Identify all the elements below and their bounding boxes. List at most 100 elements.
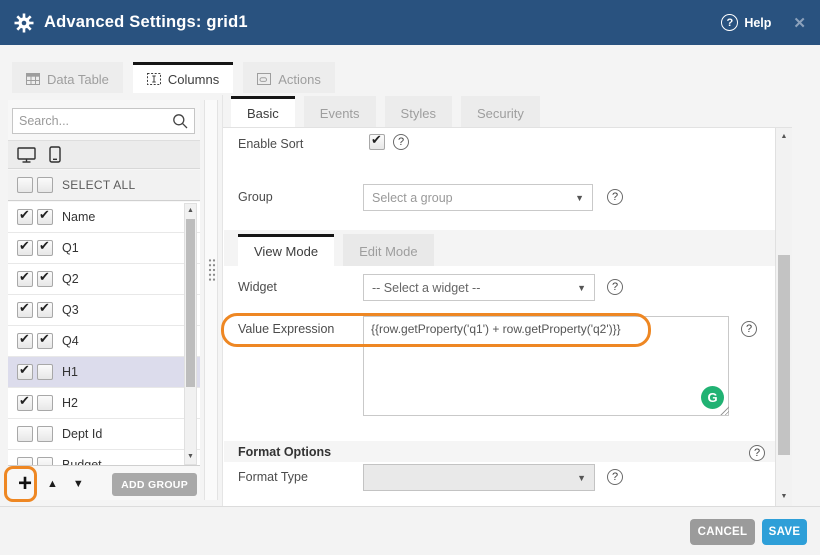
list-scrollbar-thumb[interactable] xyxy=(186,219,195,387)
panel-scrollbar-thumb[interactable] xyxy=(778,255,790,455)
settings-tab-bar: Basic Events Styles Security xyxy=(223,95,792,128)
format-type-select[interactable]: ▼ xyxy=(363,464,595,491)
tab-styles[interactable]: Styles xyxy=(385,96,452,127)
data-table-icon xyxy=(26,73,40,85)
format-type-label: Format Type xyxy=(238,470,308,484)
format-type-help-icon[interactable]: ? xyxy=(607,469,623,485)
enable-sort-help-icon[interactable]: ? xyxy=(393,134,409,150)
widget-select[interactable]: -- Select a widget -- ▼ xyxy=(363,274,595,301)
scroll-down-icon[interactable]: ▼ xyxy=(776,492,792,502)
widget-select-value: -- Select a widget -- xyxy=(372,281,480,295)
mobile-checkbox[interactable] xyxy=(37,271,53,287)
tab-data-table[interactable]: Data Table xyxy=(12,62,123,93)
desktop-checkbox[interactable] xyxy=(17,302,33,318)
column-row[interactable]: Q2 xyxy=(8,264,200,295)
search-box xyxy=(12,108,195,134)
dialog-footer: CANCEL SAVE xyxy=(0,506,820,555)
desktop-checkbox[interactable] xyxy=(17,364,33,380)
tab-label: View Mode xyxy=(254,244,318,259)
close-icon[interactable]: ✕ xyxy=(793,14,806,32)
scroll-up-icon[interactable]: ▲ xyxy=(776,132,792,142)
add-group-button[interactable]: ADD GROUP xyxy=(112,473,197,496)
search-icon[interactable] xyxy=(172,113,188,129)
mobile-checkbox[interactable] xyxy=(37,457,53,466)
value-expression-help-icon[interactable]: ? xyxy=(741,321,757,337)
column-row[interactable]: Dept Id xyxy=(8,419,200,450)
column-row[interactable]: H2 xyxy=(8,388,200,419)
list-scrollbar[interactable]: ▲ ▼ xyxy=(184,203,197,465)
value-expression-input[interactable]: {{row.getProperty('q1') + row.getPropert… xyxy=(363,316,729,416)
mobile-checkbox[interactable] xyxy=(37,364,53,380)
scroll-up-icon[interactable]: ▲ xyxy=(185,206,196,216)
column-row[interactable]: Q1 xyxy=(8,233,200,264)
column-row[interactable]: Name xyxy=(8,202,200,233)
search-input[interactable] xyxy=(19,114,172,128)
column-row-label: Budget xyxy=(62,458,102,466)
save-button[interactable]: SAVE xyxy=(762,519,807,545)
tab-events[interactable]: Events xyxy=(304,96,376,127)
chevron-down-icon: ▼ xyxy=(577,473,586,483)
chevron-down-icon: ▼ xyxy=(577,283,586,293)
help-icon[interactable]: ? xyxy=(721,14,738,31)
desktop-checkbox[interactable] xyxy=(17,395,33,411)
column-row[interactable]: Q4 xyxy=(8,326,200,357)
grammarly-icon[interactable]: G xyxy=(701,386,724,409)
desktop-checkbox[interactable] xyxy=(17,457,33,466)
group-help-icon[interactable]: ? xyxy=(607,189,623,205)
panel-splitter[interactable] xyxy=(204,100,218,500)
splitter-grip-icon[interactable] xyxy=(208,258,216,282)
format-options-label: Format Options xyxy=(238,445,331,459)
format-options-help-icon[interactable]: ? xyxy=(749,445,765,461)
column-row-label: Dept Id xyxy=(62,427,102,441)
desktop-checkbox[interactable] xyxy=(17,426,33,442)
help-button[interactable]: Help xyxy=(744,16,771,30)
move-up-button[interactable]: ▲ xyxy=(47,478,58,490)
column-row[interactable]: Q3 xyxy=(8,295,200,326)
mobile-checkbox[interactable] xyxy=(37,333,53,349)
mobile-checkbox[interactable] xyxy=(37,302,53,318)
move-down-button[interactable]: ▼ xyxy=(73,478,84,490)
select-all-desktop-checkbox[interactable] xyxy=(17,177,33,193)
mobile-checkbox[interactable] xyxy=(37,395,53,411)
mobile-checkbox[interactable] xyxy=(37,209,53,225)
desktop-checkbox[interactable] xyxy=(17,271,33,287)
cancel-button[interactable]: CANCEL xyxy=(690,519,755,545)
column-row-label: Q4 xyxy=(62,334,79,348)
mobile-icon[interactable] xyxy=(49,146,61,163)
tab-security[interactable]: Security xyxy=(461,96,540,127)
desktop-checkbox[interactable] xyxy=(17,333,33,349)
tab-view-mode[interactable]: View Mode xyxy=(238,234,334,266)
tab-label: Styles xyxy=(401,106,436,121)
mobile-checkbox[interactable] xyxy=(37,240,53,256)
desktop-checkbox[interactable] xyxy=(17,209,33,225)
tab-label: Edit Mode xyxy=(359,244,418,259)
column-toolbar: + ▲ ▼ ADD GROUP xyxy=(8,468,200,500)
group-select[interactable]: Select a group ▼ xyxy=(363,184,593,211)
desktop-icon[interactable] xyxy=(17,147,36,163)
tab-label: Data Table xyxy=(47,72,109,87)
tab-edit-mode[interactable]: Edit Mode xyxy=(343,234,434,266)
enable-sort-checkbox[interactable] xyxy=(369,134,385,150)
tab-label: Columns xyxy=(168,72,219,87)
add-column-button[interactable]: + xyxy=(18,471,32,497)
widget-help-icon[interactable]: ? xyxy=(607,279,623,295)
column-row[interactable]: H1 xyxy=(8,357,200,388)
device-toggle-row xyxy=(8,140,200,169)
tab-basic[interactable]: Basic xyxy=(231,96,295,127)
scroll-down-icon[interactable]: ▼ xyxy=(185,452,196,462)
desktop-checkbox[interactable] xyxy=(17,240,33,256)
select-all-mobile-checkbox[interactable] xyxy=(37,177,53,193)
group-select-value: Select a group xyxy=(372,191,453,205)
tab-label: Basic xyxy=(247,106,279,121)
tab-actions[interactable]: Actions xyxy=(243,62,335,93)
tab-label: Actions xyxy=(278,72,321,87)
select-all-row[interactable]: SELECT ALL xyxy=(8,170,200,201)
tab-label: Events xyxy=(320,106,360,121)
column-row-label: H1 xyxy=(62,365,78,379)
column-row[interactable]: Budget xyxy=(8,450,200,466)
column-row-label: Q3 xyxy=(62,303,79,317)
tab-columns[interactable]: Columns xyxy=(133,62,233,93)
panel-scrollbar[interactable]: ▲ ▼ xyxy=(775,128,792,506)
value-expression-label: Value Expression xyxy=(238,322,334,336)
mobile-checkbox[interactable] xyxy=(37,426,53,442)
